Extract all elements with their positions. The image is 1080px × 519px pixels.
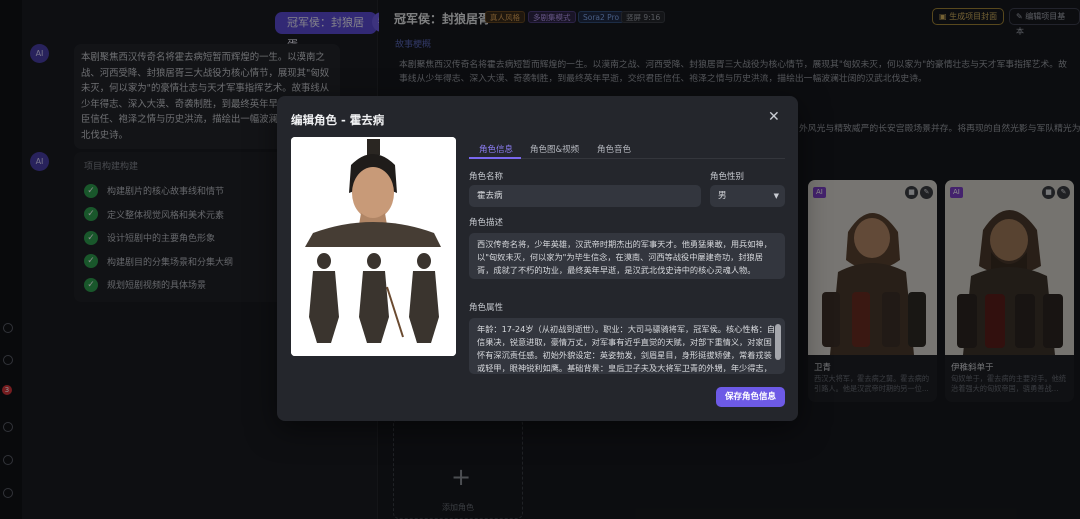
name-label: 角色名称 <box>469 172 504 182</box>
modal-tabs: 角色信息 角色图&视频 角色音色 <box>469 143 785 159</box>
chevron-down-icon: ▼ <box>773 192 779 200</box>
gender-label: 角色性别 <box>710 172 745 182</box>
save-character-button[interactable]: 保存角色信息 <box>716 387 786 407</box>
desc-label: 角色描述 <box>469 218 504 228</box>
tab-character-media[interactable]: 角色图&视频 <box>530 143 579 159</box>
character-attr-textarea[interactable]: 年龄：17-24岁（从初战到逝世）。职业：大司马骠骑将军，冠军侯。核心性格：自信… <box>469 318 785 374</box>
tab-character-info[interactable]: 角色信息 <box>469 143 521 159</box>
attr-label: 角色属性 <box>469 303 504 313</box>
close-icon[interactable]: ✕ <box>768 109 780 125</box>
character-portrait[interactable] <box>291 137 456 356</box>
tab-character-voice[interactable]: 角色音色 <box>597 143 631 159</box>
attr-scrollbar[interactable] <box>775 324 781 360</box>
modal-title: 编辑角色 - 霍去病 <box>291 113 385 127</box>
gender-select[interactable]: 男 ▼ <box>710 185 785 207</box>
character-desc-textarea[interactable]: 西汉传奇名将，少年英雄，汉武帝时期杰出的军事天才。他勇猛果敢，用兵如神，以"匈奴… <box>469 233 785 279</box>
character-portrait-image <box>291 137 456 356</box>
character-name-input[interactable]: 霍去病 <box>469 185 701 207</box>
edit-character-modal: 编辑角色 - 霍去病 ✕ 角色信息 角色图&视频 角色音色 角色名称 霍去病 角… <box>277 96 798 421</box>
